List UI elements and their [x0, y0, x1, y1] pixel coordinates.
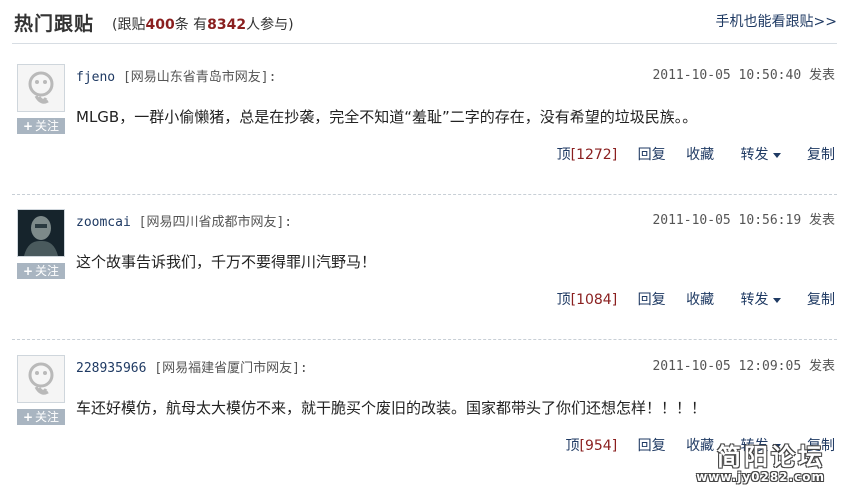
reply-button[interactable]: 回复: [638, 292, 666, 308]
post-time: 2011-10-05 10:50:40 发表: [652, 68, 835, 83]
comment-post: + 关注 zoomcai [网易四川省成都市网友]: 2011-10-05 10:…: [12, 209, 837, 355]
chevron-down-icon: [772, 297, 781, 303]
post-time: 2011-10-05 12:09:05 发表: [652, 359, 835, 374]
comment-actions: 顶[1084] 回复 收藏 转发 复制: [557, 289, 835, 309]
follow-button[interactable]: + 关注: [17, 409, 65, 425]
comment-content: MLGB，一群小偷懒猪，总是在抄袭，完全不知道“羞耻”二字的存在，没有希望的垃圾…: [76, 108, 698, 126]
username-link[interactable]: fjeno: [76, 70, 115, 85]
reply-count: 400: [145, 17, 175, 33]
reply-button[interactable]: 回复: [638, 438, 666, 454]
forward-button[interactable]: 转发: [741, 147, 781, 163]
upvote-button[interactable]: 顶[1272]: [557, 147, 618, 163]
user-location: [网易福建省厦门市网友]:: [154, 361, 308, 376]
forum-watermark: 简阳论坛: [717, 443, 825, 471]
watermark-url: www.jy0282.com: [696, 470, 825, 484]
upvote-count: [1272]: [570, 147, 618, 163]
post-divider: [12, 339, 837, 340]
reply-button[interactable]: 回复: [638, 147, 666, 163]
comment-stats: (跟贴400条 有8342人参与): [112, 14, 294, 34]
upvote-count: [954]: [579, 438, 618, 454]
comment-actions: 顶[1272] 回复 收藏 转发 复制: [557, 144, 835, 164]
default-avatar-icon[interactable]: [17, 64, 65, 112]
copy-button[interactable]: 复制: [807, 147, 835, 163]
default-avatar-icon[interactable]: [17, 355, 65, 403]
page-title: 热门跟贴: [14, 13, 95, 35]
upvote-button[interactable]: 顶[1084]: [557, 292, 618, 308]
comment-author: zoomcai [网易四川省成都市网友]:: [76, 211, 292, 230]
collect-button[interactable]: 收藏: [686, 438, 714, 454]
post-divider: [12, 194, 837, 195]
comment-author: 228935966 [网易福建省厦门市网友]:: [76, 357, 308, 376]
upvote-button[interactable]: 顶[954]: [566, 438, 618, 454]
follow-button[interactable]: + 关注: [17, 118, 65, 134]
copy-button[interactable]: 复制: [807, 292, 835, 308]
user-photo-avatar[interactable]: [17, 209, 65, 257]
participant-count: 8342: [207, 17, 247, 33]
collect-button[interactable]: 收藏: [686, 292, 714, 308]
comment-content: 车还好模仿，航母太大模仿不来，就干脆买个废旧的改装。国家都带头了你们还想怎样！！…: [76, 399, 707, 417]
collect-button[interactable]: 收藏: [686, 147, 714, 163]
comment-post: + 关注 fjeno [网易山东省青岛市网友]: 2011-10-05 10:50…: [12, 64, 837, 210]
upvote-count: [1084]: [570, 292, 618, 308]
user-location: [网易四川省成都市网友]:: [138, 215, 293, 230]
stats-prefix: (跟贴: [112, 17, 146, 33]
post-time: 2011-10-05 10:56:19 发表: [652, 213, 835, 228]
username-link[interactable]: 228935966: [76, 361, 146, 376]
hot-comments-header: 热门跟贴 (跟贴400条 有8342人参与) 手机也能看跟贴>>: [0, 0, 845, 42]
stats-mid: 条 有: [174, 17, 208, 33]
user-location: [网易山东省青岛市网友]:: [122, 70, 277, 85]
follow-button[interactable]: + 关注: [17, 263, 65, 279]
mobile-view-link[interactable]: 手机也能看跟贴>>: [716, 11, 837, 31]
forward-button[interactable]: 转发: [741, 292, 781, 308]
stats-suffix: 人参与): [246, 17, 294, 33]
chevron-down-icon: [772, 152, 781, 158]
username-link[interactable]: zoomcai: [76, 215, 131, 230]
header-divider: [12, 43, 837, 44]
comment-author: fjeno [网易山东省青岛市网友]:: [76, 66, 276, 85]
comment-content: 这个故事告诉我们，千万不要得罪川汽野马！: [76, 253, 377, 271]
